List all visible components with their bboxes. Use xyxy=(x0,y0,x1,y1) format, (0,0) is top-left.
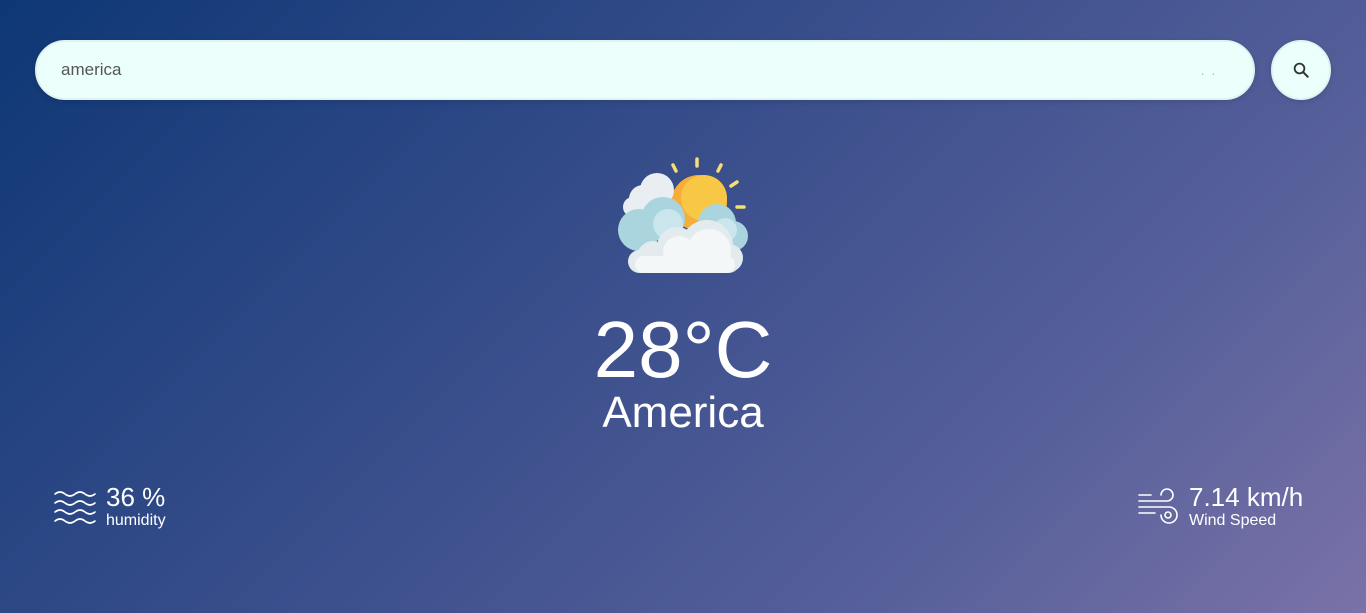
wind-speed-value: 7.14 km/h xyxy=(1189,482,1304,512)
humidity-waves-icon xyxy=(54,491,96,524)
humidity-value: 36 % xyxy=(106,482,166,512)
humidity-label: humidity xyxy=(106,512,166,529)
wind-stat: 7.14 km/h Wind Speed xyxy=(1137,482,1303,530)
input-autofill-indicator: . . xyxy=(1200,64,1217,78)
search-icon xyxy=(1293,62,1309,78)
humidity-stat: 36 % humidity xyxy=(54,482,166,530)
wind-speed-label: Wind Speed xyxy=(1189,512,1277,529)
temperature: 28°C xyxy=(593,305,773,394)
partly-cloudy-sun-icon xyxy=(618,157,748,273)
search-button[interactable] xyxy=(1271,40,1331,100)
search-bar: . . xyxy=(35,40,1255,100)
search-input[interactable] xyxy=(61,42,1211,98)
wind-icon xyxy=(1138,488,1178,524)
city-name: America xyxy=(602,388,764,437)
